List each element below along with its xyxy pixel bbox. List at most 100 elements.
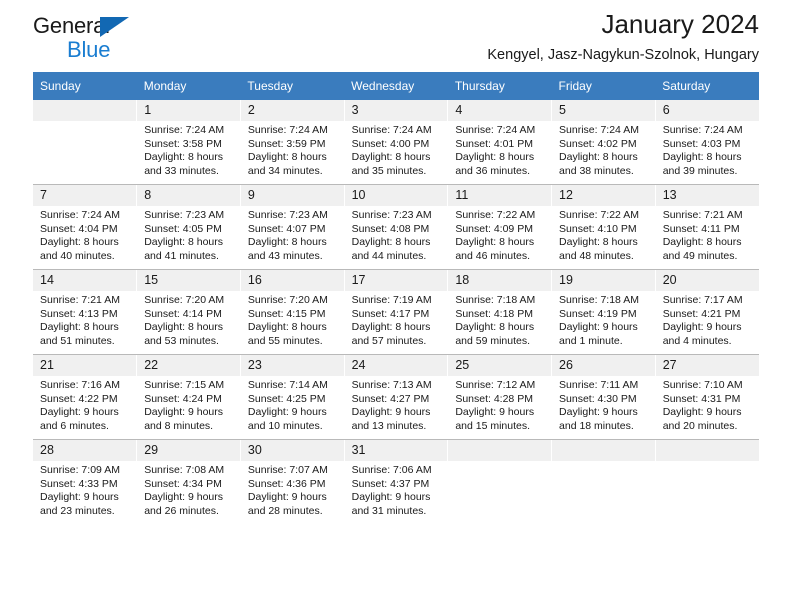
calendar-day-cell[interactable]: 28 Sunrise: 7:09 AM Sunset: 4:33 PM Dayligh… [33, 439, 138, 524]
daylight-text-1: Daylight: 8 hours [247, 321, 327, 334]
day-details: Sunrise: 7:06 AM Sunset: 4:37 PM Daylight:… [345, 461, 448, 518]
weekday-header-tuesday: Tuesday [240, 72, 345, 100]
day-number: 25 [448, 355, 552, 376]
daylight-text-2: and 57 minutes. [351, 334, 427, 347]
sunset-text: Sunset: 4:28 PM [455, 392, 533, 405]
sunrise-text: Sunrise: 7:22 AM [455, 209, 536, 221]
daylight-text-2: and 18 minutes. [559, 419, 634, 432]
generalblue-logo[interactable]: General Blue [33, 13, 213, 69]
calendar-day-cell[interactable]: 21 Sunrise: 7:16 AM Sunset: 4:22 PM Dayligh… [33, 354, 138, 440]
sunrise-text: Sunrise: 7:24 AM [40, 209, 120, 221]
daylight-text-2: and 49 minutes. [662, 249, 738, 262]
calendar-day-cell[interactable]: 30 Sunrise: 7:07 AM Sunset: 4:36 PM Dayligh… [240, 439, 345, 524]
calendar-day-cell[interactable]: 29 Sunrise: 7:08 AM Sunset: 4:34 PM Dayligh… [136, 439, 241, 524]
day-details [656, 461, 759, 464]
calendar-day-cell[interactable]: 10 Sunrise: 7:23 AM Sunset: 4:08 PM Dayligh… [344, 184, 449, 270]
daylight-text-2: and 41 minutes. [144, 249, 219, 262]
daylight-text-1: Daylight: 8 hours [455, 236, 535, 249]
daylight-text-1: Daylight: 8 hours [40, 236, 119, 249]
sunrise-text: Sunrise: 7:24 AM [455, 124, 536, 136]
daylight-text-2: and 15 minutes. [455, 419, 531, 432]
sunset-text: Sunset: 4:27 PM [351, 392, 430, 405]
day-details: Sunrise: 7:23 AM Sunset: 4:05 PM Daylight:… [137, 206, 240, 263]
day-number: 1 [137, 100, 240, 121]
daylight-text-1: Daylight: 8 hours [559, 236, 638, 249]
calendar-day-cell[interactable]: 19 Sunrise: 7:18 AM Sunset: 4:19 PM Dayligh… [551, 269, 656, 355]
day-number: 18 [448, 270, 552, 291]
sunset-text: Sunset: 4:11 PM [662, 222, 740, 235]
day-details [33, 121, 136, 124]
day-number: 23 [240, 355, 344, 376]
daylight-text-2: and 46 minutes. [455, 249, 531, 262]
day-details: Sunrise: 7:08 AM Sunset: 4:34 PM Daylight:… [137, 461, 240, 518]
day-details: Sunrise: 7:19 AM Sunset: 4:17 PM Daylight:… [345, 291, 448, 348]
calendar-day-cell[interactable]: 5 Sunrise: 7:24 AM Sunset: 4:02 PM Daylight… [551, 100, 656, 185]
daylight-text-1: Daylight: 8 hours [559, 151, 638, 164]
calendar-day-cell[interactable]: 11 Sunrise: 7:22 AM Sunset: 4:09 PM Dayligh… [447, 184, 553, 270]
calendar-day-cell[interactable]: 23 Sunrise: 7:14 AM Sunset: 4:25 PM Dayligh… [240, 354, 345, 440]
daylight-text-1: Daylight: 8 hours [144, 321, 223, 334]
daylight-text-1: Daylight: 8 hours [662, 151, 742, 164]
sunrise-text: Sunrise: 7:11 AM [559, 379, 639, 391]
calendar-day-cell[interactable]: 8 Sunrise: 7:23 AM Sunset: 4:05 PM Daylight… [136, 184, 241, 270]
sunrise-text: Sunrise: 7:10 AM [662, 379, 743, 391]
calendar-day-cell[interactable]: 2 Sunrise: 7:24 AM Sunset: 3:59 PM Daylight… [240, 100, 345, 185]
calendar-day-cell[interactable]: 3 Sunrise: 7:24 AM Sunset: 4:00 PM Daylight… [344, 100, 449, 185]
sunset-text: Sunset: 4:00 PM [351, 137, 430, 150]
calendar-day-cell[interactable]: 22 Sunrise: 7:15 AM Sunset: 4:24 PM Dayligh… [136, 354, 241, 440]
daylight-text-2: and 53 minutes. [144, 334, 219, 347]
day-details [448, 461, 551, 464]
calendar-day-cell[interactable]: 13 Sunrise: 7:21 AM Sunset: 4:11 PM Dayligh… [655, 184, 759, 270]
daylight-text-2: and 35 minutes. [351, 164, 427, 177]
daylight-text-1: Daylight: 9 hours [247, 491, 327, 504]
daylight-text-1: Daylight: 9 hours [144, 406, 223, 419]
calendar-day-cell[interactable]: 6 Sunrise: 7:24 AM Sunset: 4:03 PM Daylight… [655, 100, 759, 185]
day-number: 4 [448, 100, 552, 121]
calendar-day-cell[interactable]: 16 Sunrise: 7:20 AM Sunset: 4:15 PM Dayligh… [240, 269, 345, 355]
sunset-text: Sunset: 4:36 PM [247, 477, 326, 490]
day-details: Sunrise: 7:17 AM Sunset: 4:21 PM Daylight:… [656, 291, 759, 348]
day-number: 7 [33, 185, 137, 206]
calendar-day-cell[interactable]: 26 Sunrise: 7:11 AM Sunset: 4:30 PM Dayligh… [551, 354, 656, 440]
calendar-day-cell[interactable]: 31 Sunrise: 7:06 AM Sunset: 4:37 PM Dayligh… [344, 439, 449, 524]
daylight-text-2: and 51 minutes. [40, 334, 115, 347]
daylight-text-2: and 59 minutes. [455, 334, 531, 347]
day-details: Sunrise: 7:24 AM Sunset: 4:02 PM Daylight:… [552, 121, 655, 178]
day-details: Sunrise: 7:21 AM Sunset: 4:13 PM Daylight:… [33, 291, 136, 348]
calendar-day-cell[interactable]: 14 Sunrise: 7:21 AM Sunset: 4:13 PM Dayligh… [33, 269, 138, 355]
title-block: January 2024 Kengyel, Jasz-Nagykun-Szoln… [487, 8, 759, 66]
calendar-day-cell[interactable]: 17 Sunrise: 7:19 AM Sunset: 4:17 PM Dayligh… [344, 269, 449, 355]
calendar-day-cell[interactable]: 27 Sunrise: 7:10 AM Sunset: 4:31 PM Dayligh… [655, 354, 759, 440]
day-number: 27 [655, 355, 759, 376]
sunset-text: Sunset: 4:34 PM [144, 477, 222, 490]
calendar-day-cell[interactable]: 9 Sunrise: 7:23 AM Sunset: 4:07 PM Daylight… [240, 184, 345, 270]
weekday-header-thursday: Thursday [447, 72, 552, 100]
calendar-day-cell[interactable]: 1 Sunrise: 7:24 AM Sunset: 3:58 PM Daylight… [136, 100, 241, 185]
day-details: Sunrise: 7:24 AM Sunset: 4:00 PM Daylight:… [345, 121, 448, 178]
weekday-header-sunday: Sunday [33, 72, 137, 100]
daylight-text-1: Daylight: 9 hours [247, 406, 327, 419]
sunset-text: Sunset: 4:01 PM [455, 137, 533, 150]
calendar-day-cell[interactable]: 24 Sunrise: 7:13 AM Sunset: 4:27 PM Dayligh… [344, 354, 449, 440]
daylight-text-2: and 1 minute. [559, 334, 623, 347]
day-details [552, 461, 655, 464]
calendar-day-cell[interactable]: 7 Sunrise: 7:24 AM Sunset: 4:04 PM Daylight… [33, 184, 138, 270]
daylight-text-2: and 26 minutes. [144, 504, 219, 517]
calendar-day-cell[interactable]: 20 Sunrise: 7:17 AM Sunset: 4:21 PM Dayligh… [655, 269, 759, 355]
daylight-text-1: Daylight: 9 hours [662, 321, 742, 334]
day-number: 13 [655, 185, 759, 206]
sunset-text: Sunset: 4:25 PM [247, 392, 326, 405]
calendar-day-cell[interactable]: 25 Sunrise: 7:12 AM Sunset: 4:28 PM Dayligh… [447, 354, 553, 440]
calendar-week-row: 1 Sunrise: 7:24 AM Sunset: 3:58 PM Daylight… [33, 100, 759, 185]
day-number: 2 [240, 100, 344, 121]
day-details: Sunrise: 7:20 AM Sunset: 4:14 PM Daylight:… [137, 291, 240, 348]
day-number: 17 [344, 270, 448, 291]
calendar-day-cell[interactable]: 18 Sunrise: 7:18 AM Sunset: 4:18 PM Dayligh… [447, 269, 553, 355]
calendar-header-row: Sunday Monday Tuesday Wednesday Thursday Frid… [33, 72, 759, 100]
sunset-text: Sunset: 4:18 PM [455, 307, 533, 320]
sunrise-text: Sunrise: 7:21 AM [662, 209, 743, 221]
calendar-day-cell[interactable]: 4 Sunrise: 7:24 AM Sunset: 4:01 PM Daylight… [447, 100, 553, 185]
sunset-text: Sunset: 4:21 PM [662, 307, 741, 320]
calendar-day-cell[interactable]: 15 Sunrise: 7:20 AM Sunset: 4:14 PM Dayligh… [136, 269, 241, 355]
calendar-day-cell[interactable]: 12 Sunrise: 7:22 AM Sunset: 4:10 PM Dayligh… [551, 184, 656, 270]
